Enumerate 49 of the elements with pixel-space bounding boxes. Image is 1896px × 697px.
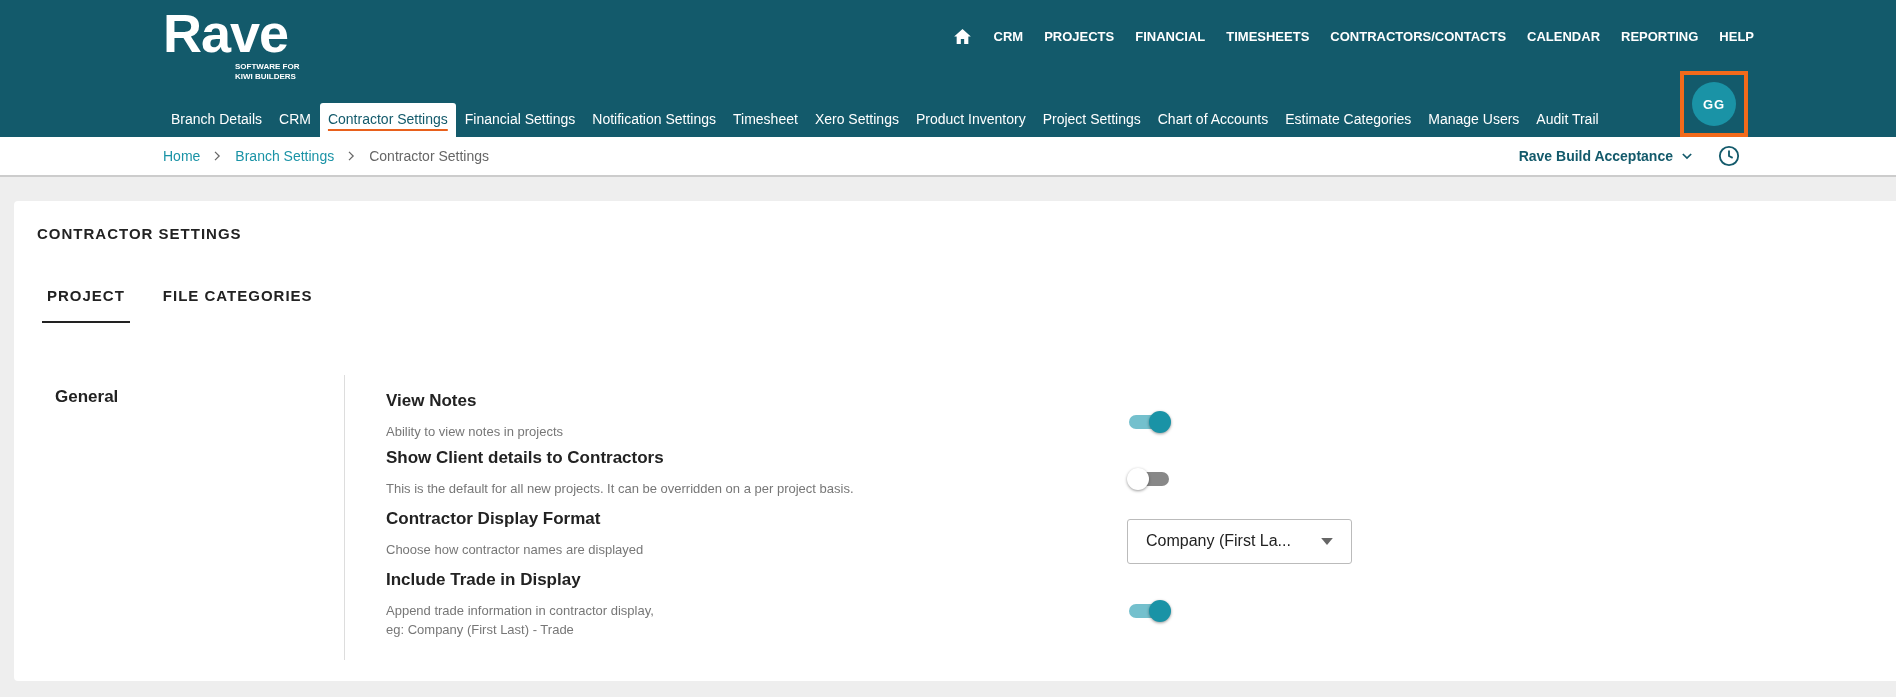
settings-nav-tab[interactable]: Estimate Categories (1277, 103, 1420, 137)
setting-title: Contractor Display Format (386, 508, 602, 529)
settings-nav-tab[interactable]: Xero Settings (806, 103, 907, 137)
toggle-switch[interactable] (1127, 409, 1171, 434)
setting-title: Show Client details to Contractors (386, 447, 665, 468)
logo-wordmark[interactable]: Rave (163, 6, 300, 60)
section-tab[interactable]: FILE CATEGORIES (157, 282, 318, 323)
dropdown-caret-icon (1321, 537, 1333, 545)
settings-nav-tab[interactable]: CRM (271, 103, 319, 137)
chevron-right-icon (214, 151, 222, 161)
top-nav-link[interactable]: REPORTING (1621, 28, 1699, 44)
settings-nav-tab[interactable]: Project Settings (1034, 103, 1149, 137)
user-avatar[interactable]: GG (1692, 82, 1736, 126)
top-nav-link[interactable]: FINANCIAL (1135, 28, 1206, 44)
setting-description: Append trade information in contractor display, eg: Company (First Last) - Trade (386, 601, 655, 639)
settings-nav-tab[interactable]: Notification Settings (584, 103, 725, 137)
breadcrumb-link[interactable]: Branch Settings (235, 148, 335, 164)
setting-description: This is the default for all new projects. It can be overridden on a per project basis. (386, 479, 855, 498)
section-title: General (37, 375, 345, 660)
clock-icon[interactable] (1718, 145, 1740, 167)
top-nav-link[interactable]: CRM (993, 28, 1024, 44)
settings-nav-tab[interactable]: Branch Details (163, 103, 271, 137)
chevron-right-icon (348, 151, 356, 161)
top-nav-link[interactable]: PROJECTS (1044, 28, 1115, 44)
setting-title: Include Trade in Display (386, 569, 582, 590)
setting-description: Choose how contractor names are displayed (386, 540, 645, 559)
section-tab[interactable]: PROJECT (42, 282, 130, 323)
page-title: CONTRACTOR SETTINGS (37, 224, 243, 242)
display-format-dropdown[interactable]: Company (First La... (1127, 518, 1352, 564)
settings-nav-tab[interactable]: Manage Users (1420, 103, 1528, 137)
logo-tagline: SOFTWARE FOR KIWI BUILDERS (235, 62, 300, 82)
breadcrumb-current-page: Contractor Settings (369, 148, 490, 164)
breadcrumb-link[interactable]: Home (163, 148, 201, 164)
top-nav-link[interactable]: HELP (1719, 28, 1754, 44)
branch-selector[interactable]: Rave Build Acceptance (1518, 148, 1692, 164)
chevron-down-icon (1682, 152, 1692, 160)
top-nav-link[interactable]: CALENDAR (1527, 28, 1601, 44)
toggle-switch[interactable] (1127, 466, 1171, 491)
settings-nav-tab[interactable]: Contractor Settings (319, 103, 456, 137)
settings-nav-tab[interactable]: Product Inventory (907, 103, 1034, 137)
settings-nav-tab[interactable]: Financial Settings (456, 103, 584, 137)
settings-nav-tab[interactable]: Chart of Accounts (1149, 103, 1277, 137)
top-nav-link[interactable]: CONTRACTORS/CONTACTS (1330, 28, 1507, 44)
settings-nav-tab[interactable]: Audit Trail (1528, 103, 1607, 137)
settings-nav-tab[interactable]: Timesheet (725, 103, 806, 137)
top-nav-link[interactable]: TIMESHEETS (1226, 28, 1310, 44)
setting-description: Ability to view notes in projects (386, 423, 565, 441)
home-icon[interactable] (953, 28, 971, 44)
setting-title: View Notes (386, 391, 478, 411)
